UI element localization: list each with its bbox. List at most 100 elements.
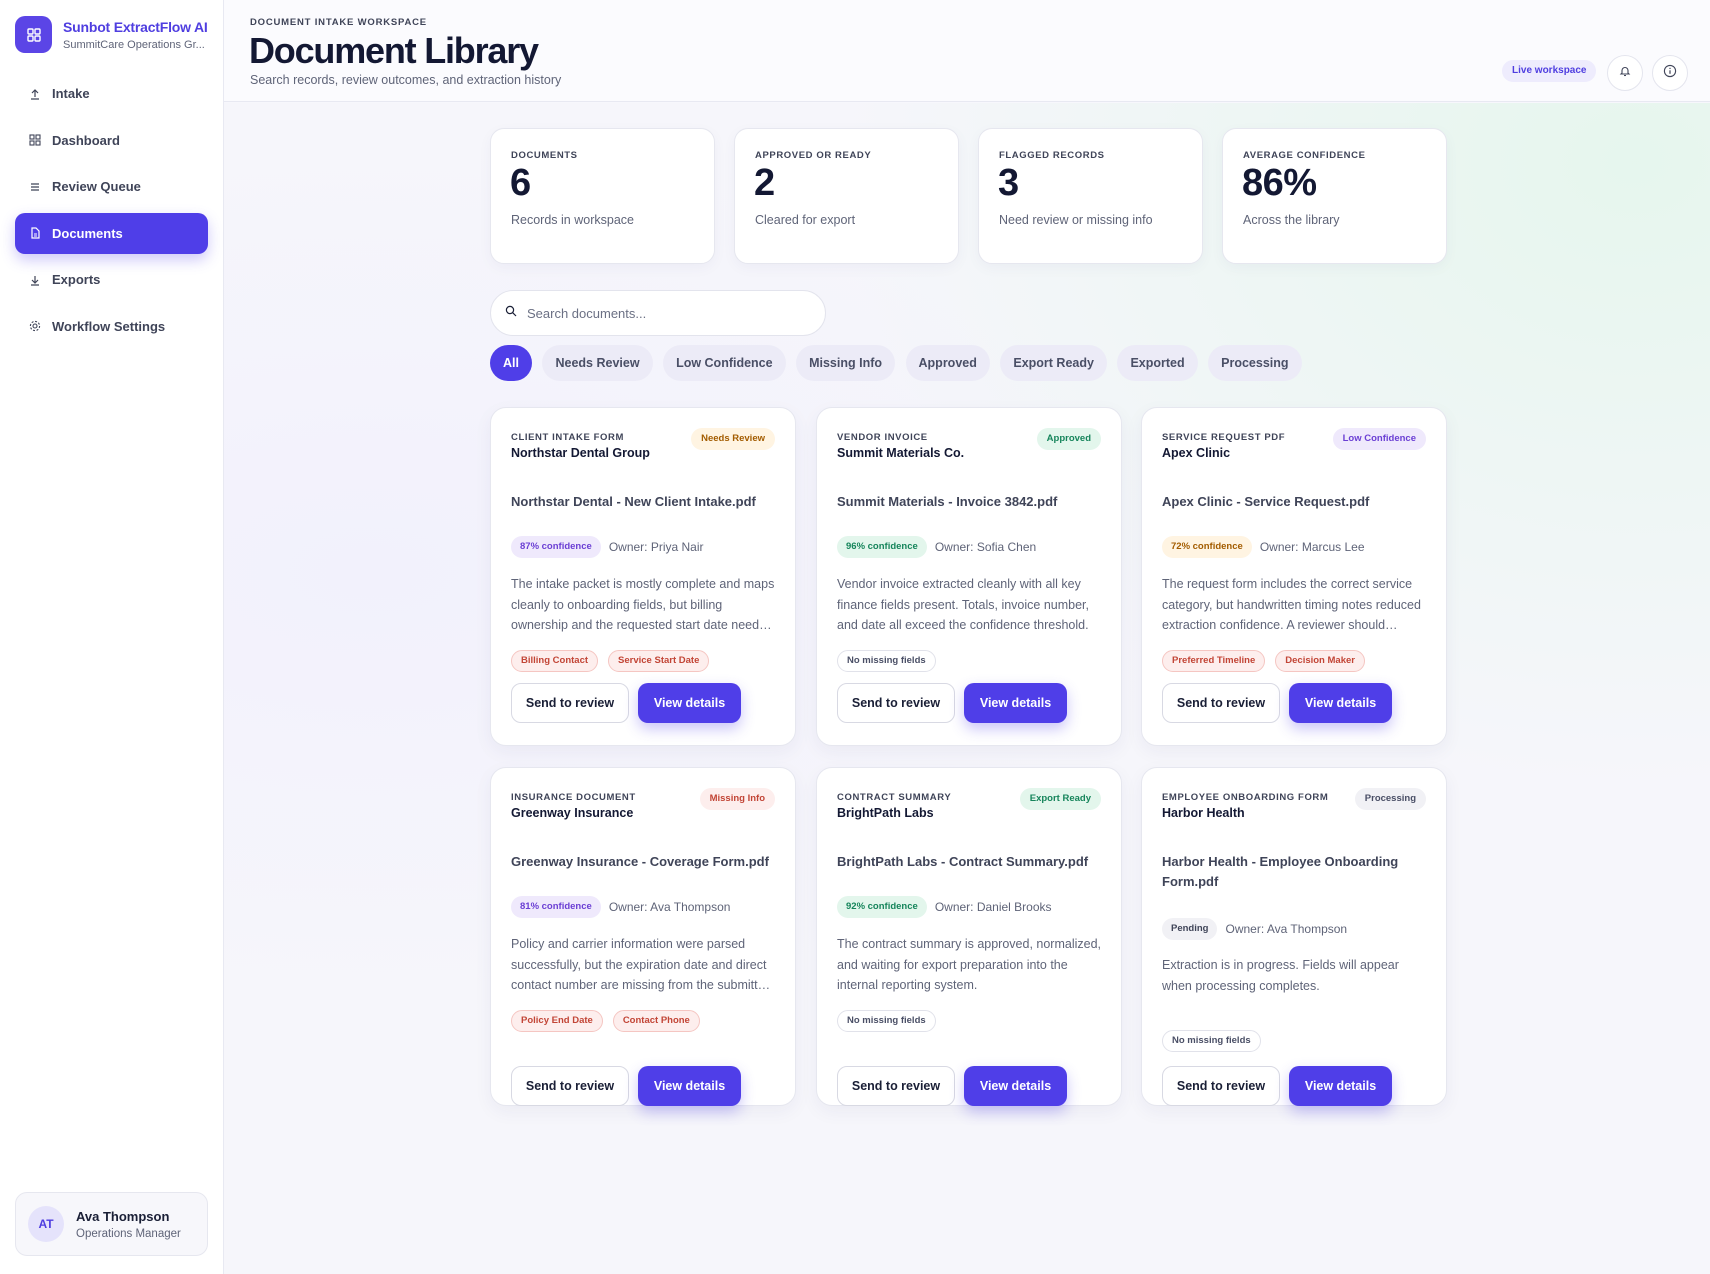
send-to-review-button[interactable]: Send to review: [511, 1066, 629, 1106]
page-title: Document Library: [249, 30, 539, 71]
sidebar-item-exports[interactable]: Exports: [15, 259, 208, 300]
confidence-badge: 87% confidence: [511, 536, 601, 558]
missing-field-tag: Preferred Timeline: [1162, 650, 1266, 672]
brand[interactable]: Sunbot ExtractFlow AI SummitCare Operati…: [15, 16, 208, 53]
filter-missing-info[interactable]: Missing Info: [796, 345, 896, 381]
stat-card-confidence: AVERAGE CONFIDENCE 86% Across the librar…: [1222, 128, 1447, 264]
search-box[interactable]: [490, 290, 826, 336]
document-type: EMPLOYEE ONBOARDING FORM: [1162, 792, 1329, 803]
view-details-button[interactable]: View details: [638, 683, 741, 723]
document-summary: The contract summary is approved, normal…: [837, 937, 1101, 992]
download-icon: [29, 274, 41, 286]
status-badge: Approved: [1036, 428, 1101, 450]
document-card[interactable]: VENDOR INVOICE Summit Materials Co. Appr…: [816, 407, 1122, 746]
view-details-button[interactable]: View details: [964, 683, 1067, 723]
confidence-badge: 92% confidence: [837, 896, 927, 918]
filter-needs-review[interactable]: Needs Review: [542, 345, 653, 381]
stat-value: 3: [998, 162, 1019, 204]
upload-icon: [29, 88, 41, 100]
send-to-review-button[interactable]: Send to review: [511, 683, 629, 723]
document-org: Summit Materials Co.: [837, 446, 965, 460]
user-role: Operations Manager: [76, 1227, 181, 1240]
stat-card-approved: APPROVED OR READY 2 Cleared for export: [734, 128, 959, 264]
document-card[interactable]: CLIENT INTAKE FORM Northstar Dental Grou…: [490, 407, 796, 746]
stat-card-flagged: FLAGGED RECORDS 3 Need review or missing…: [978, 128, 1203, 264]
document-summary: Policy and carrier information were pars…: [511, 937, 772, 992]
sidebar-item-label: Intake: [52, 86, 90, 101]
send-to-review-button[interactable]: Send to review: [1162, 683, 1280, 723]
filter-exported[interactable]: Exported: [1117, 345, 1198, 381]
stat-description: Across the library: [1243, 213, 1340, 227]
search-icon: [505, 304, 517, 322]
document-summary: Extraction is in progress. Fields will a…: [1162, 958, 1399, 993]
send-to-review-button[interactable]: Send to review: [1162, 1066, 1280, 1106]
document-type: VENDOR INVOICE: [837, 432, 928, 443]
stat-label: AVERAGE CONFIDENCE: [1243, 150, 1366, 161]
document-owner: Owner: Ava Thompson: [1225, 922, 1348, 936]
search-input[interactable]: [527, 305, 807, 321]
filter-low-confidence[interactable]: Low Confidence: [663, 345, 786, 381]
sidebar-item-workflow-settings[interactable]: Workflow Settings: [15, 306, 208, 347]
sidebar-item-label: Review Queue: [52, 179, 141, 195]
document-card[interactable]: EMPLOYEE ONBOARDING FORM Harbor Health P…: [1141, 767, 1447, 1106]
gear-icon: [29, 320, 41, 332]
filter-export-ready[interactable]: Export Ready: [1000, 345, 1107, 381]
page-header: DOCUMENT INTAKE WORKSPACE Document Libra…: [224, 0, 1710, 102]
sidebar-item-label: Documents: [52, 225, 123, 241]
stat-description: Records in workspace: [511, 213, 634, 227]
grid-icon: [29, 134, 41, 146]
filter-approved[interactable]: Approved: [905, 345, 990, 381]
sidebar-item-intake[interactable]: Intake: [15, 73, 208, 114]
document-summary: Vendor invoice extracted cleanly with al…: [837, 577, 1089, 632]
missing-field-tag: Decision Maker: [1275, 650, 1365, 672]
live-workspace-badge: Live workspace: [1502, 60, 1597, 82]
document-org: Northstar Dental Group: [511, 446, 650, 460]
send-to-review-button[interactable]: Send to review: [837, 683, 955, 723]
page-eyebrow: DOCUMENT INTAKE WORKSPACE: [250, 17, 427, 28]
stat-card-documents: DOCUMENTS 6 Records in workspace: [490, 128, 715, 264]
document-type: CONTRACT SUMMARY: [837, 792, 952, 803]
document-owner: Owner: Daniel Brooks: [934, 900, 1052, 914]
sidebar-item-label: Workflow Settings: [52, 318, 166, 334]
filter-all[interactable]: All: [490, 345, 532, 381]
sidebar-item-review-queue[interactable]: Review Queue: [15, 166, 208, 207]
brand-org: SummitCare Operations Gr...: [63, 38, 205, 51]
missing-field-tag: Contact Phone: [612, 1010, 700, 1032]
sidebar-item-dashboard[interactable]: Dashboard: [15, 120, 208, 161]
view-details-button[interactable]: View details: [964, 1066, 1067, 1106]
info-button[interactable]: [1652, 55, 1688, 91]
document-card[interactable]: CONTRACT SUMMARY BrightPath Labs Export …: [816, 767, 1122, 1106]
stat-description: Need review or missing info: [999, 213, 1153, 227]
app-logo-icon: [15, 16, 52, 53]
sidebar-item-documents[interactable]: Documents: [15, 212, 208, 254]
filter-chips: All Needs Review Low Confidence Missing …: [490, 345, 1312, 381]
send-to-review-button[interactable]: Send to review: [837, 1066, 955, 1106]
no-missing-fields-tag: No missing fields: [837, 650, 936, 672]
sidebar-item-label: Dashboard: [52, 132, 120, 148]
no-missing-fields-tag: No missing fields: [1162, 1030, 1261, 1052]
document-card[interactable]: INSURANCE DOCUMENT Greenway Insurance Mi…: [490, 767, 796, 1106]
missing-field-tag: Service Start Date: [608, 650, 710, 672]
document-filename: Harbor Health - Employee Onboarding Form…: [1162, 854, 1399, 889]
document-card[interactable]: SERVICE REQUEST PDF Apex Clinic Low Conf…: [1141, 407, 1447, 746]
document-summary: The request form includes the correct se…: [1162, 577, 1421, 632]
bell-icon: [1619, 64, 1631, 82]
confidence-badge: 72% confidence: [1162, 536, 1252, 558]
stat-label: FLAGGED RECORDS: [999, 150, 1105, 161]
list-icon: [29, 181, 41, 193]
view-details-button[interactable]: View details: [1289, 683, 1392, 723]
stat-value: 6: [510, 162, 531, 204]
user-profile-card[interactable]: AT Ava Thompson Operations Manager: [15, 1192, 208, 1256]
filter-processing[interactable]: Processing: [1208, 345, 1302, 381]
view-details-button[interactable]: View details: [638, 1066, 741, 1106]
document-owner: Owner: Sofia Chen: [934, 540, 1037, 554]
document-org: Apex Clinic: [1162, 446, 1231, 460]
view-details-button[interactable]: View details: [1289, 1066, 1392, 1106]
stat-value: 2: [754, 162, 775, 204]
sidebar-item-label: Exports: [52, 272, 101, 288]
notifications-button[interactable]: [1607, 55, 1643, 91]
missing-field-tag: Billing Contact: [511, 650, 599, 672]
document-type: SERVICE REQUEST PDF: [1162, 432, 1286, 443]
status-badge: Needs Review: [691, 428, 775, 450]
document-filename: BrightPath Labs - Contract Summary.pdf: [837, 854, 1089, 869]
